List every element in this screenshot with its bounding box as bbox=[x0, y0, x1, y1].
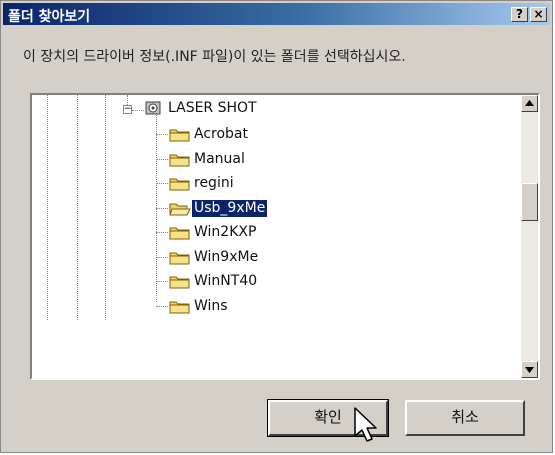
collapse-toggle[interactable]: − bbox=[123, 105, 132, 114]
tree-node-folder[interactable]: Wins bbox=[192, 298, 230, 315]
folder-icon bbox=[169, 178, 190, 191]
arrow-up-icon bbox=[525, 100, 534, 106]
tree-node-folder[interactable]: regini bbox=[192, 175, 236, 192]
tree-guide-line bbox=[156, 134, 168, 135]
scroll-down-button[interactable] bbox=[521, 361, 538, 378]
help-button[interactable]: ? bbox=[511, 7, 528, 22]
scroll-thumb[interactable] bbox=[521, 183, 538, 221]
open-folder-icon bbox=[169, 203, 191, 215]
folder-icon bbox=[169, 276, 190, 289]
vertical-scrollbar[interactable] bbox=[521, 95, 538, 378]
tree-guide-line bbox=[156, 158, 168, 160]
browse-folder-dialog: 폴더 찾아보기 ? × 이 장치의 드라이버 정보(.INF 파일)이 있는 폴… bbox=[0, 0, 553, 453]
window-title: 폴더 찾아보기 bbox=[8, 9, 91, 25]
tree-guide-line bbox=[47, 95, 48, 320]
scroll-up-button[interactable] bbox=[521, 95, 538, 112]
tree-node-folder[interactable]: Win2KXP bbox=[192, 224, 258, 241]
tree-guide-line bbox=[156, 305, 168, 307]
tree-node-folder[interactable]: Acrobat bbox=[192, 126, 250, 143]
folder-icon bbox=[169, 227, 190, 240]
tree-node-folder[interactable]: Manual bbox=[192, 151, 247, 168]
tree-guide-line bbox=[156, 207, 168, 209]
folder-icon bbox=[169, 129, 190, 142]
folder-icon bbox=[169, 154, 190, 166]
instruction-text: 이 장치의 드라이버 정보(.INF 파일)이 있는 폴더를 선택하십시오. bbox=[23, 49, 406, 65]
cancel-button[interactable]: 취소 bbox=[405, 400, 525, 436]
tree-node-laser-shot[interactable]: LASER SHOT bbox=[166, 100, 259, 117]
tree-guide-line bbox=[77, 95, 78, 320]
tree-guide-line bbox=[132, 110, 144, 111]
folder-icon bbox=[169, 252, 190, 264]
folder-tree[interactable]: − LASER SHOT Acrobat Manual regini Usb_9xMe… bbox=[30, 93, 540, 380]
close-button[interactable]: × bbox=[530, 7, 547, 22]
tree-node-folder[interactable]: WinNT40 bbox=[192, 273, 259, 290]
tree-guide-line bbox=[105, 95, 106, 320]
tree-node-folder[interactable]: Win9xMe bbox=[192, 249, 260, 266]
tree-guide-line bbox=[156, 232, 168, 233]
tree-guide-line bbox=[156, 281, 168, 282]
title-bar[interactable]: 폴더 찾아보기 ? × bbox=[3, 3, 550, 25]
folder-icon bbox=[169, 301, 190, 313]
tree-guide-line bbox=[156, 256, 168, 258]
mouse-pointer-icon bbox=[354, 407, 377, 442]
tree-guide-line bbox=[156, 183, 168, 184]
tree-node-folder[interactable]: Usb_9xMe bbox=[192, 199, 268, 217]
arrow-down-icon bbox=[525, 367, 534, 373]
drive-icon bbox=[145, 101, 161, 115]
